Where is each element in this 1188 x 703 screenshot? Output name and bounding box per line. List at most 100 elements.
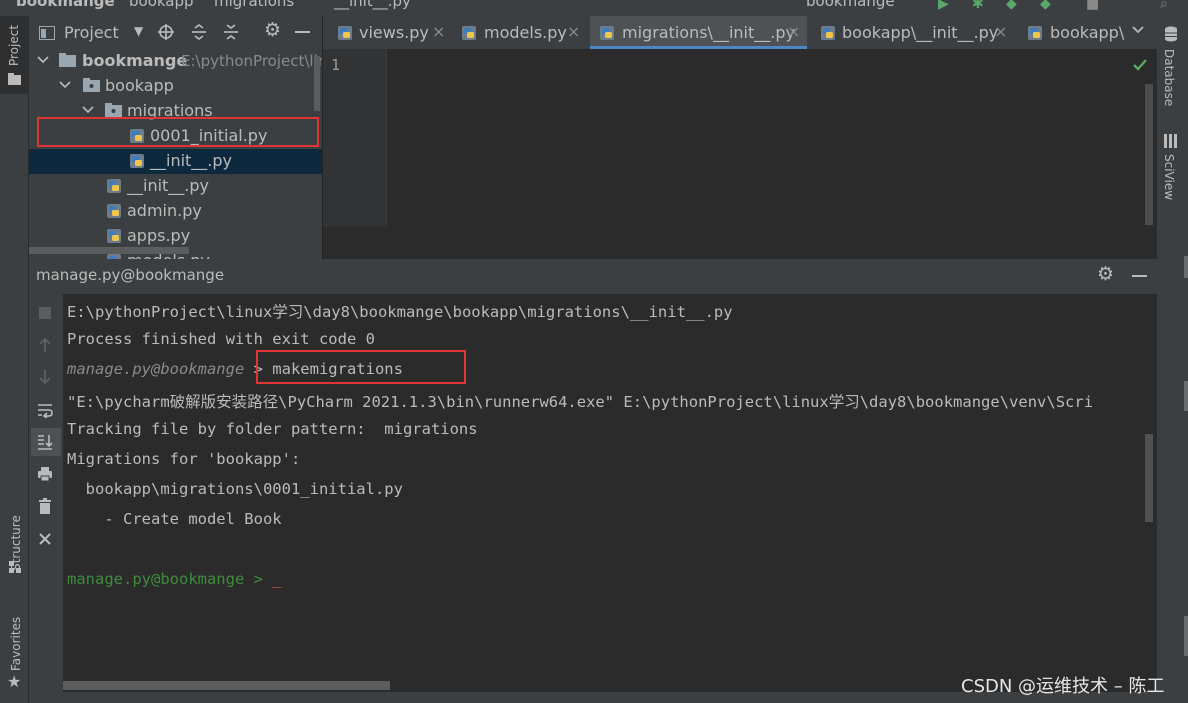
trash-icon[interactable]	[37, 498, 53, 514]
check-icon[interactable]	[1133, 59, 1147, 71]
console-line: Migrations for 'bookapp':	[67, 450, 301, 468]
tab-models-py[interactable]: models.py ×	[453, 16, 585, 49]
tree-item-label: __init__.py	[127, 176, 210, 195]
chevron-down-icon[interactable]	[1131, 23, 1145, 37]
scroll-to-end-toggle[interactable]	[31, 428, 61, 456]
tree-item-root[interactable]: bookmange E:\pythonProject\lir	[29, 49, 322, 74]
python-file-icon	[821, 26, 835, 40]
console-vscrollbar[interactable]	[1145, 434, 1153, 522]
chevron-down-icon[interactable]	[59, 81, 71, 89]
navigation-bar: bookmange bookapp migrations __init__.py…	[0, 0, 1188, 16]
favorites-tab-label[interactable]: Favorites	[9, 617, 23, 671]
tree-item-label: __init__.py	[150, 151, 233, 170]
search-everywhere-icon[interactable]: ⌕	[1160, 0, 1168, 12]
folder-icon	[105, 103, 122, 117]
close-icon[interactable]: ×	[432, 22, 445, 41]
tab-migrations-init[interactable]: migrations\__init__.py ×	[590, 16, 807, 49]
structure-icon[interactable]	[9, 561, 21, 573]
coverage-icon[interactable]: ◆	[1006, 0, 1017, 12]
profile-icon[interactable]: ◆	[1040, 0, 1051, 12]
project-view-icon	[39, 26, 55, 40]
star-icon[interactable]: ★	[7, 672, 21, 691]
code-editor[interactable]: 1	[323, 49, 1157, 227]
stop-run-icon[interactable]: ■	[1086, 0, 1099, 12]
annotation-highlight-command	[256, 350, 466, 384]
tab-views-py[interactable]: views.py ×	[328, 16, 449, 49]
run-icon[interactable]: ▶	[938, 0, 949, 12]
project-panel-title[interactable]: Project	[64, 23, 119, 42]
tree-item-apps[interactable]: apps.py	[29, 224, 322, 249]
tree-root-path: E:\pythonProject\lir	[181, 52, 322, 70]
tree-item-admin[interactable]: admin.py	[29, 199, 322, 224]
expand-all-icon[interactable]	[191, 24, 207, 40]
database-icon[interactable]	[1164, 26, 1178, 42]
watermark: CSDN @运维技术 – 陈工	[961, 676, 1165, 697]
tree-item-migrations-init[interactable]: __init__.py	[29, 149, 322, 174]
project-hscrollbar[interactable]	[29, 247, 189, 254]
tab-bookapp-overflow[interactable]: bookapp\	[1019, 16, 1127, 49]
minimize-icon[interactable]	[1132, 275, 1147, 277]
console-output[interactable]: E:\pythonProject\linux学习\day8\bookmange\…	[63, 294, 1157, 692]
tree-item-label: admin.py	[127, 201, 202, 220]
project-tool-tab[interactable]: Project	[0, 16, 29, 94]
console-prompt: manage.py@bookmange	[67, 360, 245, 378]
sciview-icon[interactable]	[1164, 134, 1178, 148]
python-file-icon	[462, 26, 476, 40]
breadcrumb-bookapp[interactable]: bookapp	[129, 0, 194, 10]
soft-wrap-icon[interactable]	[37, 402, 53, 418]
tab-label: bookapp\	[1050, 23, 1125, 42]
tab-bookapp-init[interactable]: bookapp\__init__.py ×	[812, 16, 1012, 49]
console-line: Tracking file by folder pattern: migrati…	[67, 420, 478, 438]
python-file-icon	[130, 154, 144, 168]
python-file-icon	[1028, 26, 1042, 40]
folder-icon	[8, 73, 21, 85]
minimize-icon[interactable]	[295, 31, 310, 33]
breadcrumb-migrations[interactable]: migrations	[214, 0, 294, 10]
python-file-icon	[107, 179, 121, 193]
console-hscrollbar[interactable]	[63, 681, 390, 690]
down-arrow-icon[interactable]	[37, 369, 53, 385]
chevron-down-icon[interactable]	[82, 106, 94, 114]
project-vscrollbar[interactable]	[314, 56, 320, 111]
chevron-down-icon[interactable]	[37, 56, 49, 64]
console-line: E:\pythonProject\linux学习\day8\bookmange\…	[67, 303, 733, 321]
tree-item-bookapp-init[interactable]: __init__.py	[29, 174, 322, 199]
close-icon[interactable]: ×	[994, 22, 1007, 41]
console-line: - Create model Book	[67, 510, 282, 528]
console-prompt: manage.py@bookmange >	[67, 570, 273, 588]
python-file-icon	[107, 229, 121, 243]
view-mode-dropdown-icon[interactable]: ▼	[134, 24, 143, 38]
collapse-all-icon[interactable]	[223, 24, 239, 40]
right-edge-marker	[1184, 616, 1188, 656]
stop-icon[interactable]	[37, 305, 53, 321]
breadcrumb-file[interactable]: __init__.py	[334, 0, 411, 10]
close-icon[interactable]: ×	[787, 22, 800, 41]
gear-icon[interactable]: ⚙	[264, 19, 281, 41]
editor-vscrollbar[interactable]	[1145, 84, 1153, 225]
print-icon[interactable]	[37, 466, 53, 482]
annotation-highlight-file	[37, 117, 319, 147]
python-file-icon	[107, 204, 121, 218]
console-input-line[interactable]: manage.py@bookmange > _	[67, 570, 282, 588]
run-config-selector[interactable]: bookmange	[806, 0, 895, 10]
tree-item-bookapp[interactable]: bookapp	[29, 74, 322, 99]
up-arrow-icon[interactable]	[37, 337, 53, 353]
sciview-tab-label[interactable]: SciView	[1162, 154, 1176, 200]
breadcrumb-project[interactable]: bookmange	[16, 0, 115, 10]
debug-icon[interactable]: ✱	[972, 0, 984, 12]
run-tab-title[interactable]: manage.py@bookmange	[36, 266, 224, 284]
text-cursor: _	[272, 570, 282, 588]
gear-icon[interactable]: ⚙	[1097, 263, 1114, 285]
tab-label: models.py	[484, 23, 567, 42]
tab-label: migrations\__init__.py	[622, 23, 795, 42]
tab-label: views.py	[359, 23, 429, 42]
right-edge-marker	[1184, 256, 1188, 278]
locate-file-icon[interactable]	[158, 24, 174, 40]
close-icon[interactable]: ×	[567, 22, 580, 41]
folder-icon	[59, 53, 76, 67]
database-tab-label[interactable]: Database	[1162, 49, 1176, 106]
close-icon[interactable]	[37, 531, 53, 547]
line-number: 1	[331, 56, 341, 74]
editor-tab-bar: views.py × models.py × migrations\__init…	[323, 16, 1157, 49]
run-panel-header: manage.py@bookmange ⚙	[29, 259, 1157, 294]
